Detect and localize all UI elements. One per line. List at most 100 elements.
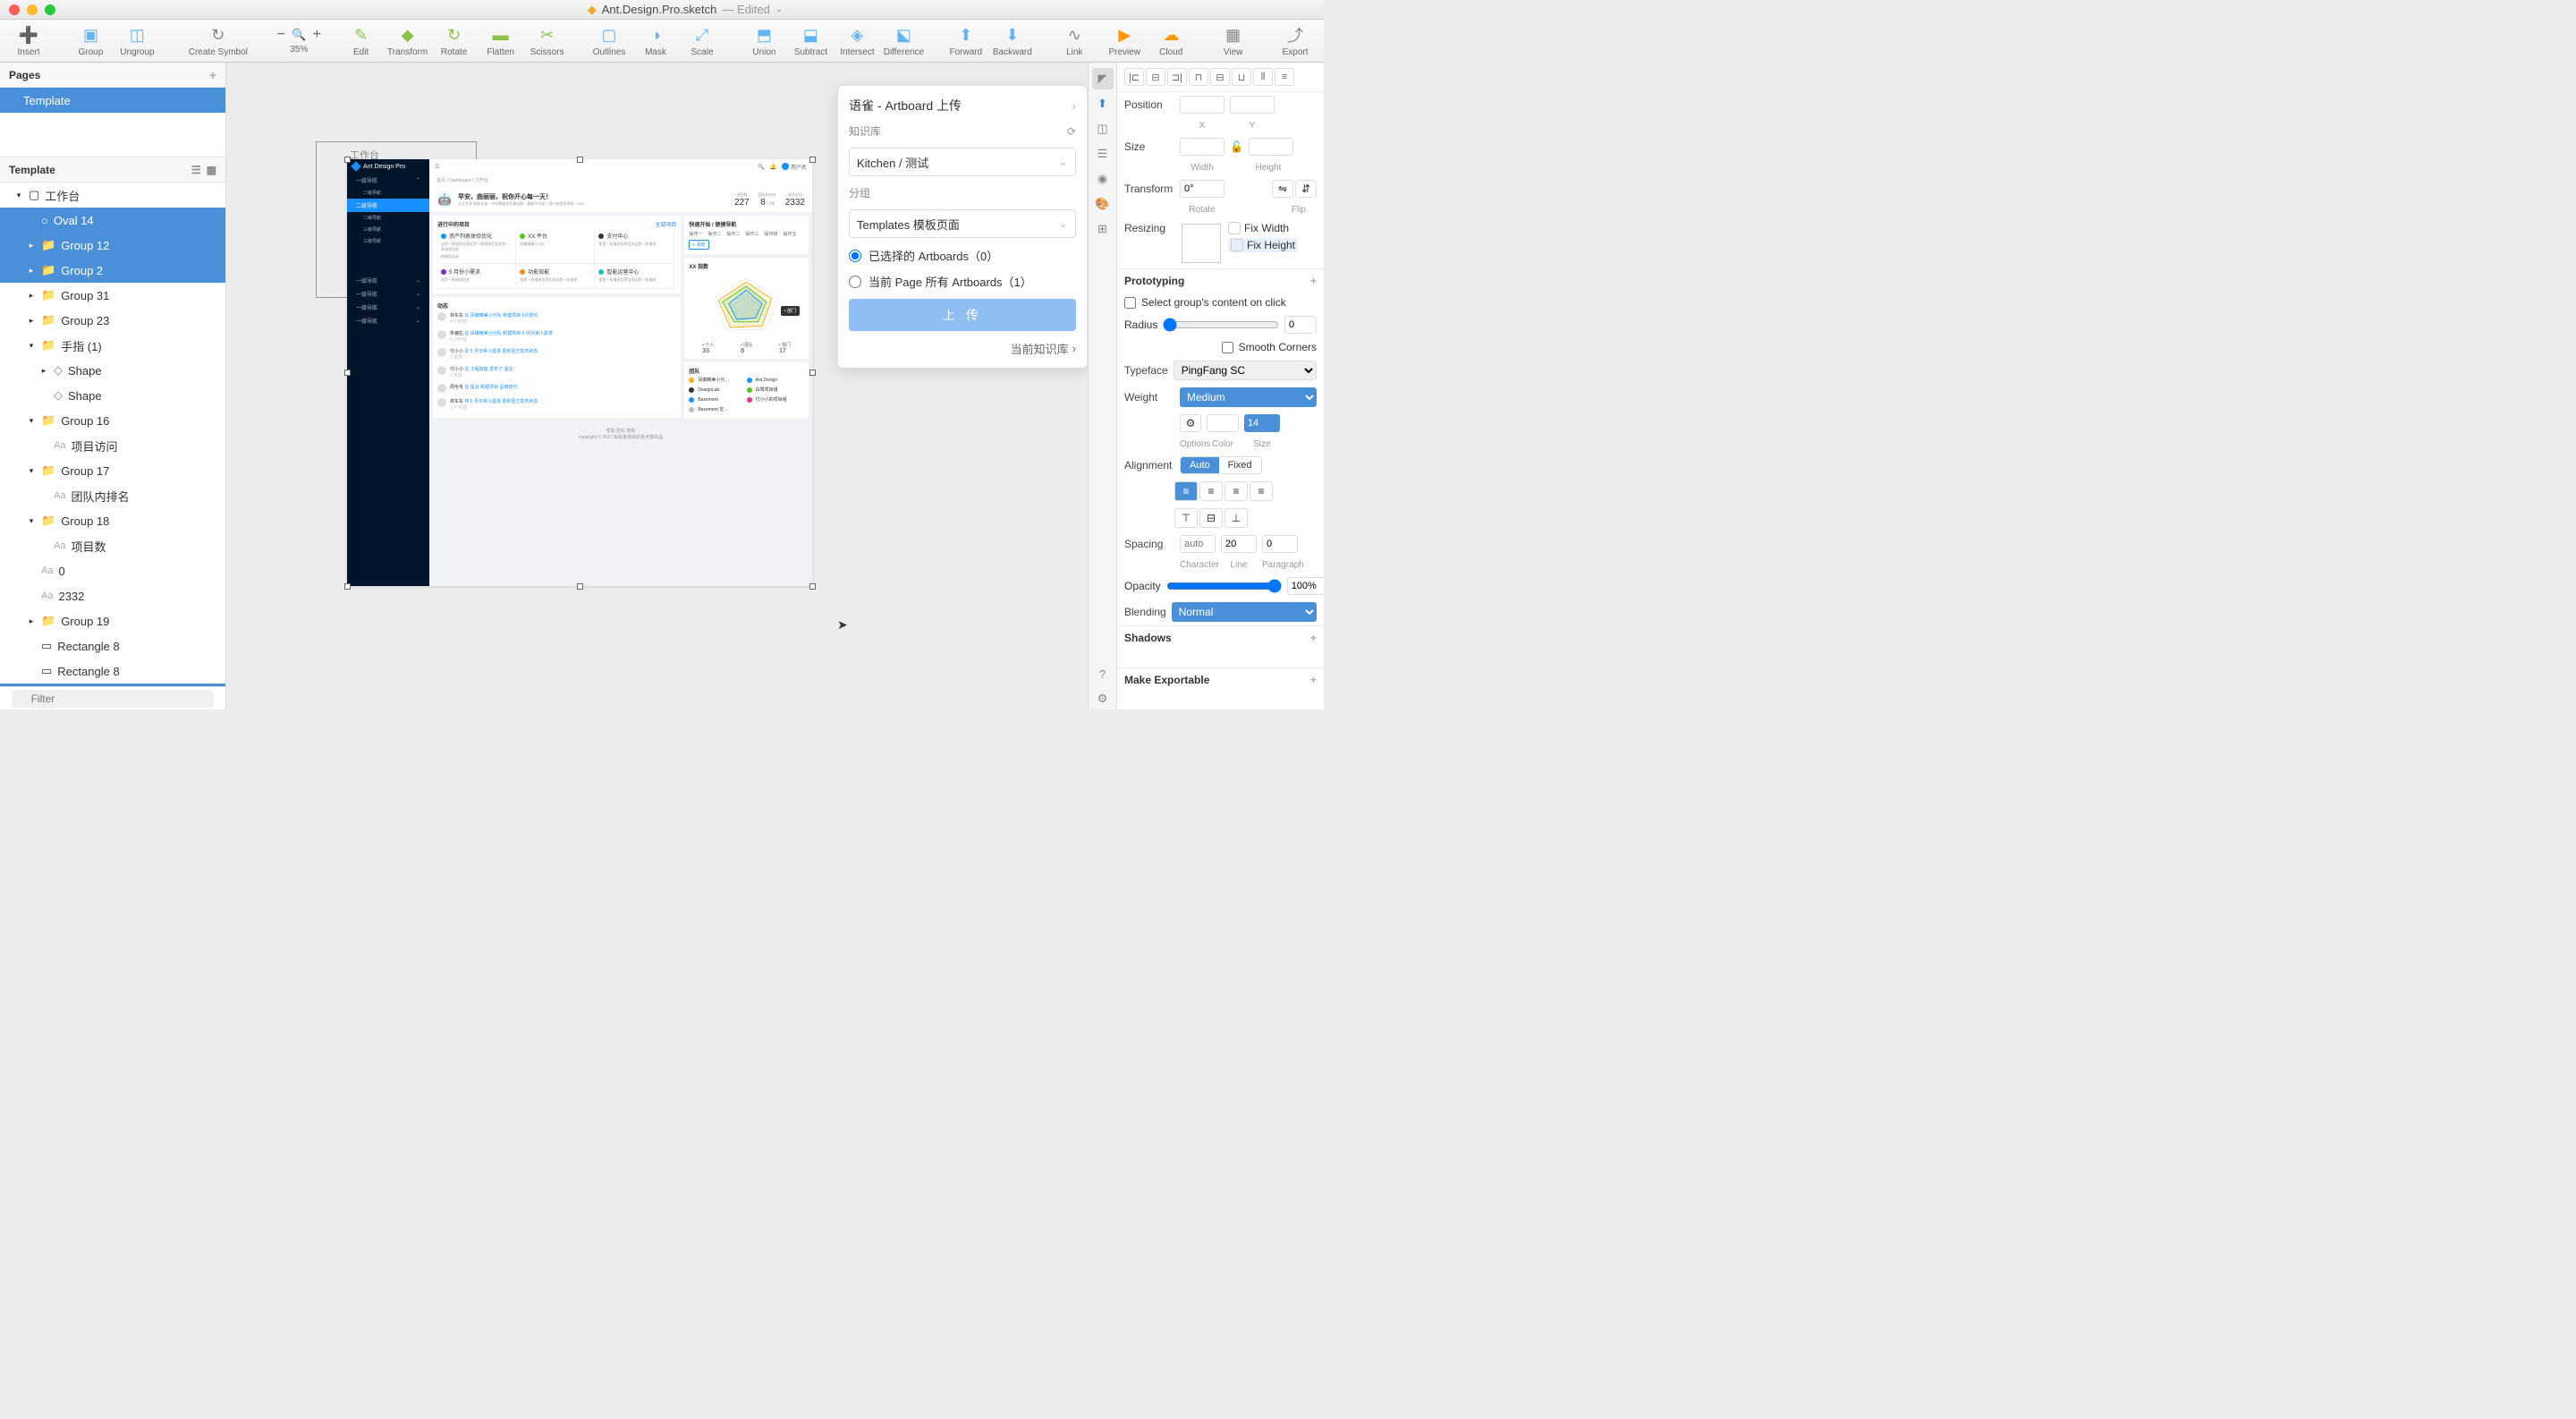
chevron-down-icon[interactable]: ⌄ <box>775 4 783 14</box>
layer-item[interactable]: ▸📁Group 2 <box>0 258 225 283</box>
repo-select[interactable]: Kitchen / 测试⌄ <box>849 148 1076 176</box>
selection-handle[interactable] <box>577 583 583 590</box>
text-valign-top-button[interactable]: ⊤ <box>1174 508 1198 528</box>
edit-button[interactable]: ✎Edit <box>340 20 383 63</box>
text-valign-bottom-button[interactable]: ⊥ <box>1224 508 1248 528</box>
flatten-button[interactable]: ▬Flatten <box>479 20 522 63</box>
resizing-constraints[interactable] <box>1182 224 1221 263</box>
text-options-button[interactable]: ⚙ <box>1180 414 1201 432</box>
layer-list[interactable]: ▾▢工作台○Oval 14▸📁Group 12▸📁Group 2▸📁Group … <box>0 183 225 686</box>
opacity-input[interactable] <box>1287 577 1324 595</box>
backward-button[interactable]: ⬇Backward <box>991 20 1034 63</box>
blending-select[interactable]: Normal <box>1172 602 1317 622</box>
list-view-icon[interactable]: ☰ <box>191 164 201 176</box>
text-align-right-button[interactable]: ≡ <box>1224 481 1248 501</box>
position-y-input[interactable] <box>1230 96 1275 114</box>
weight-select[interactable]: Medium <box>1180 387 1317 407</box>
align-top-button[interactable]: ⊓ <box>1189 68 1208 86</box>
radius-slider[interactable] <box>1163 318 1279 332</box>
distribute-h-button[interactable]: ⫴ <box>1253 68 1273 86</box>
shadows-section-header[interactable]: Shadows+ <box>1117 625 1324 650</box>
layer-item[interactable]: ◇Shape <box>0 383 225 408</box>
typeface-select[interactable]: PingFang SC <box>1174 361 1317 380</box>
text-valign-middle-button[interactable]: ⊟ <box>1199 508 1223 528</box>
layer-item[interactable]: ▾📁Group 18 <box>0 508 225 533</box>
layer-item[interactable]: ▸📁Group 23 <box>0 308 225 333</box>
outlines-button[interactable]: ▢Outlines <box>588 20 631 63</box>
ungroup-button[interactable]: ◫Ungroup <box>115 20 158 63</box>
selection-handle[interactable] <box>344 370 351 376</box>
position-x-input[interactable] <box>1180 96 1224 114</box>
maximize-window-button[interactable] <box>45 4 55 15</box>
preview-button[interactable]: ▶Preview <box>1103 20 1146 63</box>
height-input[interactable] <box>1249 138 1293 156</box>
tab-cursor[interactable]: ◤ <box>1092 68 1114 89</box>
tab-iconfont[interactable]: ◉ <box>1092 168 1114 190</box>
text-align-left-button[interactable]: ≡ <box>1174 481 1198 501</box>
union-button[interactable]: ⬒Union <box>742 20 785 63</box>
page-item-template[interactable]: Template <box>0 88 225 113</box>
text-align-center-button[interactable]: ≡ <box>1199 481 1223 501</box>
scale-button[interactable]: ⤢Scale <box>681 20 724 63</box>
line-spacing-input[interactable] <box>1221 535 1257 553</box>
tab-palette[interactable]: 🎨 <box>1092 193 1114 215</box>
link-button[interactable]: ∿Link <box>1053 20 1096 63</box>
width-input[interactable] <box>1180 138 1224 156</box>
char-spacing-input[interactable] <box>1180 535 1216 553</box>
layer-item[interactable]: Aa项目访问 <box>0 433 225 458</box>
font-size-input[interactable] <box>1244 414 1280 432</box>
selection-handle[interactable] <box>344 583 351 590</box>
radio-selected-artboards[interactable]: 已选择的 Artboards（0） <box>849 247 1076 264</box>
layer-item[interactable]: Aa0 <box>0 558 225 583</box>
align-left-button[interactable]: |⊏ <box>1124 68 1144 86</box>
insert-button[interactable]: ➕Insert <box>7 20 50 63</box>
scissors-button[interactable]: ✂Scissors <box>526 20 569 63</box>
selection-handle[interactable] <box>809 370 816 376</box>
layer-item[interactable]: Aa项目数 <box>0 533 225 558</box>
intersect-button[interactable]: ◈Intersect <box>835 20 878 63</box>
layer-item[interactable]: ▾📁Group 17 <box>0 458 225 483</box>
alignment-mode-toggle[interactable]: AutoFixed <box>1180 456 1262 474</box>
tab-components[interactable]: ◫ <box>1092 118 1114 140</box>
tab-grid[interactable]: ⊞ <box>1092 218 1114 240</box>
selection-handle[interactable] <box>809 157 816 163</box>
align-right-button[interactable]: ⊐| <box>1167 68 1187 86</box>
zoom-control[interactable]: −🔍+ 35% <box>277 20 320 63</box>
group-select[interactable]: Templates 模板页面⌄ <box>849 209 1076 238</box>
flip-h-button[interactable]: ⇋ <box>1272 180 1293 198</box>
transform-button[interactable]: ◆Transform <box>386 20 429 63</box>
layer-item[interactable]: ▸📁Group 12 <box>0 233 225 258</box>
zoom-out-button[interactable]: − <box>272 27 290 43</box>
lock-icon[interactable]: 🔓 <box>1230 140 1243 153</box>
group-button[interactable]: ▣Group <box>69 20 112 63</box>
paragraph-spacing-input[interactable] <box>1262 535 1298 553</box>
text-align-justify-button[interactable]: ≡ <box>1250 481 1273 501</box>
selection-handle[interactable] <box>344 157 351 163</box>
select-group-content-checkbox[interactable]: Select group's content on click <box>1117 293 1324 312</box>
mask-button[interactable]: ◑Mask <box>634 20 677 63</box>
exportable-section-header[interactable]: Make Exportable+ <box>1117 667 1324 692</box>
minimize-window-button[interactable] <box>27 4 38 15</box>
grid-view-icon[interactable]: ▦ <box>207 164 216 176</box>
layer-item[interactable]: ▸📁Group 31 <box>0 283 225 308</box>
export-button[interactable]: ⤴Export <box>1274 20 1317 63</box>
layer-item[interactable]: ○Oval 14 <box>0 208 225 233</box>
upload-button[interactable]: 上 传 <box>849 299 1076 331</box>
tab-upload[interactable]: ⬆ <box>1092 93 1114 115</box>
layer-item[interactable]: ▸📁Group 19 <box>0 608 225 633</box>
forward-button[interactable]: ⬆Forward <box>945 20 987 63</box>
help-icon[interactable]: ? <box>1092 663 1114 684</box>
artboard-workbench[interactable]: Ant Design Pro 一级导航⌃ 二级导航 二级导航 二级导航三级导航三… <box>347 159 812 586</box>
layer-item[interactable]: ▭Rectangle 8 <box>0 633 225 659</box>
flip-v-button[interactable]: ⇵ <box>1295 180 1317 198</box>
tab-list[interactable]: ☰ <box>1092 143 1114 165</box>
current-repo-link[interactable]: 当前知识库› <box>849 340 1076 357</box>
create-symbol-button[interactable]: ↻Create Symbol <box>178 20 258 63</box>
cloud-button[interactable]: ☁Cloud <box>1149 20 1192 63</box>
zoom-in-button[interactable]: + <box>308 27 326 43</box>
smooth-corners-checkbox[interactable]: Smooth Corners <box>1117 337 1324 357</box>
chevron-right-icon[interactable]: › <box>1072 98 1076 113</box>
refresh-icon[interactable]: ⟳ <box>1067 125 1076 138</box>
layer-item[interactable]: Aa团队内排名 <box>0 483 225 508</box>
canvas[interactable]: 工作台 Ant Design Pro 一级导航⌃ 二级导航 二级导航 二级导航三… <box>226 63 1088 710</box>
